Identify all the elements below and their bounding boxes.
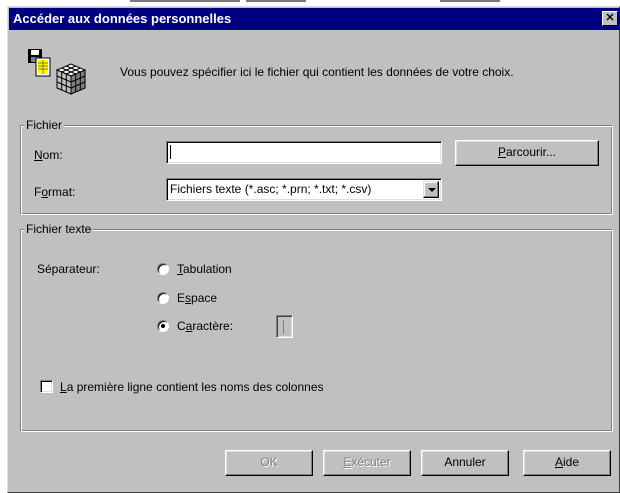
radio-label: Caractère: [177,319,234,333]
fichier-groupbox [20,125,613,215]
execute-button[interactable]: Exécuter [323,450,411,476]
fichier-texte-groupbox [20,229,613,432]
header-checkbox-label: La première ligne contient les noms des … [60,380,324,394]
ok-button[interactable]: OK [225,450,313,476]
fichier-texte-legend: Fichier texte [24,222,94,236]
radio-label: Espace [177,291,218,305]
chevron-down-icon [428,188,436,192]
separator-label: Séparateur: [37,262,100,276]
header-checkbox[interactable] [40,380,53,393]
window-title: Accéder aux données personnelles [13,11,232,26]
radio-dot-icon [161,324,165,328]
top-artifact [130,0,240,2]
cancel-button[interactable]: Annuler [421,450,509,476]
character-input[interactable] [276,315,293,338]
fichier-legend: Fichier [24,118,65,132]
format-select[interactable]: Fichiers texte (*.asc; *.prn; *.txt; *.c… [166,178,442,201]
close-icon: ✕ [605,12,615,24]
radio-button[interactable] [157,263,169,275]
nom-label: Nom: [34,148,63,162]
radio-button[interactable] [157,292,169,304]
text-caret [170,145,171,159]
radio-button-selected[interactable] [157,320,169,332]
intro-text: Vous pouvez spécifier ici le fichier qui… [120,65,514,79]
format-select-value: Fichiers texte (*.asc; *.prn; *.txt; *.c… [170,182,372,196]
radio-label: Tabulation [177,262,232,276]
text-caret [283,320,284,334]
top-artifact [440,0,500,2]
close-button[interactable]: ✕ [602,11,618,26]
database-files-icon [27,48,89,100]
nom-input[interactable] [166,141,442,164]
format-dropdown-button[interactable] [423,181,439,198]
title-bar[interactable]: Accéder aux données personnelles ✕ [9,8,620,30]
top-artifact [246,0,306,2]
format-label: Format: [34,185,76,199]
help-button[interactable]: Aide [523,450,611,476]
browse-button[interactable]: Parcourir... [455,140,599,166]
